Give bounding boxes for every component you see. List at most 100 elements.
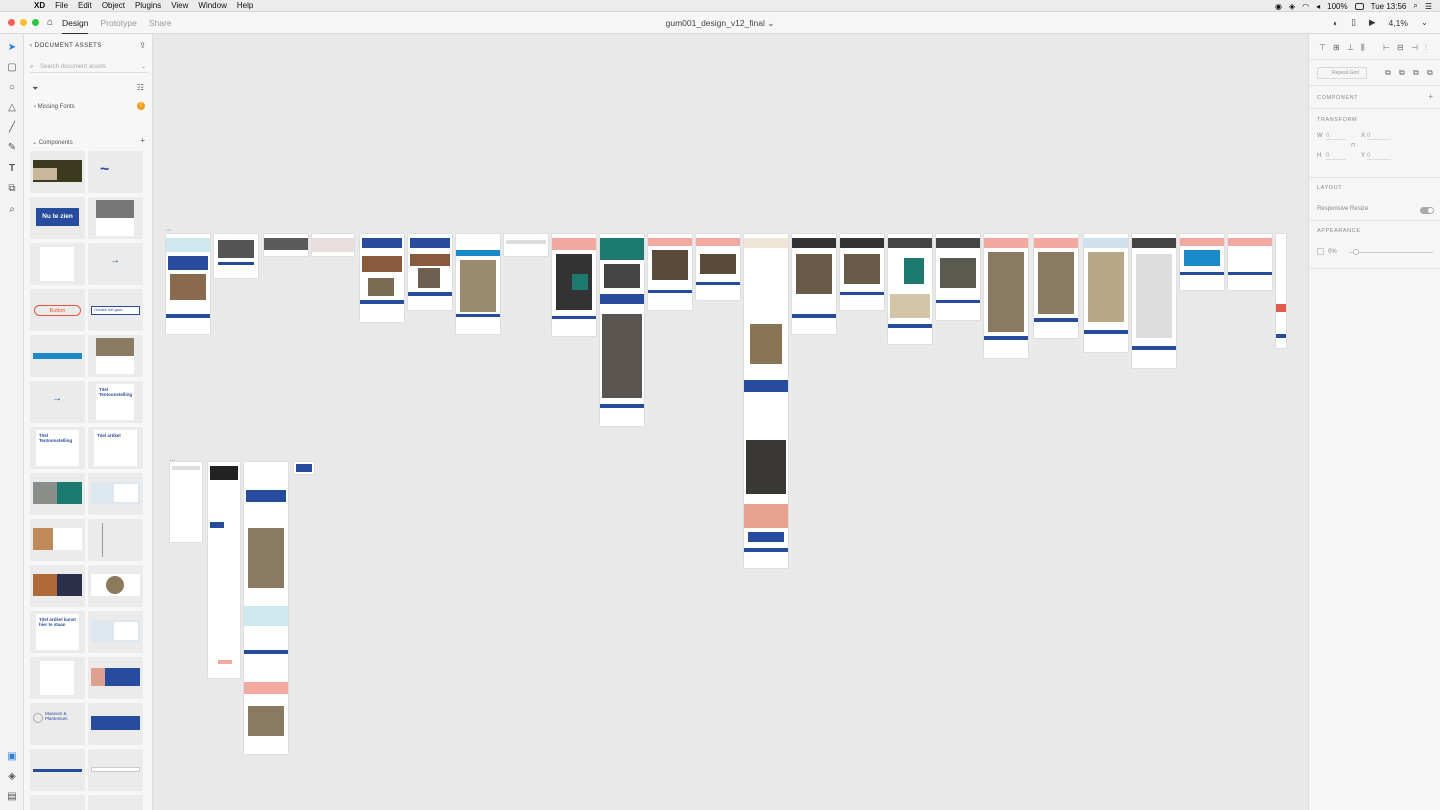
artboard[interactable] bbox=[170, 462, 202, 542]
component-thumb[interactable] bbox=[88, 795, 143, 810]
artboard-label[interactable]: ▪▪▪ bbox=[166, 228, 172, 232]
component-thumb[interactable]: Titel artikel bbox=[88, 427, 143, 469]
boolean-intersect-icon[interactable]: ⧉ bbox=[1413, 68, 1419, 78]
component-thumb[interactable] bbox=[88, 473, 143, 515]
filter-icon[interactable]: ⏷ bbox=[32, 84, 38, 94]
artboard[interactable] bbox=[744, 234, 788, 568]
distribute-horizontal-icon[interactable]: ⫶ bbox=[1425, 43, 1427, 53]
component-thumb[interactable] bbox=[88, 565, 143, 607]
select-tool-icon[interactable]: ➤ bbox=[6, 42, 18, 54]
align-right-icon[interactable]: ⊣ bbox=[1411, 43, 1418, 52]
search-icon[interactable]: ⌕ bbox=[1413, 1, 1417, 11]
artboard[interactable] bbox=[1132, 234, 1176, 368]
artboard[interactable] bbox=[696, 234, 740, 300]
artboard[interactable] bbox=[244, 462, 288, 754]
component-thumb[interactable] bbox=[30, 749, 85, 791]
artboard[interactable] bbox=[214, 234, 258, 278]
opacity-checkbox[interactable] bbox=[1317, 248, 1324, 255]
artboard[interactable] bbox=[208, 462, 240, 678]
component-thumb[interactable] bbox=[88, 657, 143, 699]
component-thumb[interactable]: → bbox=[88, 243, 143, 285]
artboard[interactable] bbox=[792, 234, 836, 334]
boolean-exclude-icon[interactable]: ⧉ bbox=[1427, 68, 1433, 78]
component-thumb[interactable] bbox=[30, 657, 85, 699]
artboard[interactable] bbox=[552, 234, 596, 336]
component-thumb[interactable] bbox=[30, 565, 85, 607]
component-thumb[interactable]: Titel artikel kunst hier te staan bbox=[30, 611, 85, 653]
menu-object[interactable]: Object bbox=[102, 1, 125, 10]
artboard[interactable] bbox=[408, 234, 452, 310]
align-middle-icon[interactable]: ⊞ bbox=[1333, 43, 1340, 52]
plugins-panel-icon[interactable]: ▤ bbox=[6, 791, 18, 803]
component-thumb[interactable] bbox=[88, 703, 143, 745]
component-thumb[interactable] bbox=[88, 197, 143, 239]
add-component-icon[interactable]: + bbox=[140, 136, 145, 145]
artboard[interactable] bbox=[1084, 234, 1128, 352]
width-field[interactable]: 0 bbox=[1326, 133, 1346, 140]
assets-panel-icon[interactable]: ▣ bbox=[6, 751, 18, 763]
layers-panel-icon[interactable]: ◈ bbox=[6, 771, 18, 783]
chevron-down-icon[interactable]: ⌄ bbox=[1421, 17, 1428, 28]
distribute-vertical-icon[interactable]: ⫼ bbox=[1361, 43, 1365, 53]
component-thumb[interactable] bbox=[30, 795, 85, 810]
volume-icon[interactable]: ◂ bbox=[1316, 2, 1320, 11]
component-thumb[interactable]: Titel Tentoonstelling bbox=[88, 381, 143, 423]
rectangle-tool-icon[interactable]: ▢ bbox=[6, 62, 18, 74]
document-title[interactable]: gum001_design_v12_final ⌄ bbox=[0, 18, 1440, 29]
boolean-add-icon[interactable]: ⧉ bbox=[1385, 68, 1391, 78]
component-thumb[interactable]: Nu te zien bbox=[30, 197, 85, 239]
artboard-tool-icon[interactable]: ⧉ bbox=[6, 183, 18, 195]
menu-file[interactable]: File bbox=[55, 1, 68, 10]
notification-center-icon[interactable]: ☰ bbox=[1425, 2, 1432, 11]
play-preview-icon[interactable]: ▶ bbox=[1369, 17, 1376, 28]
list-view-icon[interactable]: ☷ bbox=[137, 83, 144, 92]
dropbox-icon[interactable]: ◈ bbox=[1289, 2, 1295, 11]
artboard[interactable] bbox=[936, 234, 980, 320]
text-tool-icon[interactable]: T bbox=[6, 163, 18, 175]
clock[interactable]: Tue 13:56 bbox=[1371, 2, 1407, 11]
polygon-tool-icon[interactable]: △ bbox=[6, 102, 18, 114]
artboard[interactable] bbox=[264, 234, 308, 256]
component-thumb[interactable]: Museum & Plantentuin bbox=[30, 703, 85, 745]
menu-window[interactable]: Window bbox=[198, 1, 226, 10]
component-thumb[interactable] bbox=[88, 335, 143, 377]
x-field[interactable]: 0 bbox=[1367, 133, 1391, 140]
zoom-tool-icon[interactable]: ⌕ bbox=[6, 204, 18, 216]
opacity-slider-handle[interactable] bbox=[1353, 249, 1359, 255]
opacity-value[interactable]: 0% bbox=[1328, 249, 1337, 255]
menu-plugins[interactable]: Plugins bbox=[135, 1, 161, 10]
menu-help[interactable]: Help bbox=[237, 1, 253, 10]
artboard[interactable] bbox=[888, 234, 932, 344]
responsive-resize-toggle[interactable] bbox=[1420, 207, 1434, 214]
artboard[interactable] bbox=[360, 234, 404, 322]
components-header[interactable]: ⌄ Components bbox=[32, 139, 73, 146]
component-thumb[interactable] bbox=[88, 519, 143, 561]
pen-tool-icon[interactable]: ✎ bbox=[6, 142, 18, 154]
align-center-icon[interactable]: ⊟ bbox=[1397, 43, 1404, 52]
component-thumb[interactable] bbox=[88, 749, 143, 791]
component-thumb[interactable] bbox=[30, 243, 85, 285]
line-tool-icon[interactable]: ╱ bbox=[6, 122, 18, 134]
artboard[interactable] bbox=[1276, 234, 1286, 348]
component-thumb[interactable]: Titel Tentoonstelling bbox=[30, 427, 85, 469]
ellipse-tool-icon[interactable]: ○ bbox=[6, 82, 18, 94]
component-thumb[interactable] bbox=[30, 151, 85, 193]
artboard[interactable] bbox=[1228, 234, 1272, 290]
boolean-subtract-icon[interactable]: ⧉ bbox=[1399, 68, 1405, 78]
component-thumb[interactable] bbox=[30, 335, 85, 377]
menu-view[interactable]: View bbox=[171, 1, 188, 10]
lock-aspect-icon[interactable]: ⊓ bbox=[1351, 142, 1356, 149]
device-preview-icon[interactable]: ▯ bbox=[1351, 17, 1356, 28]
artboard[interactable] bbox=[984, 234, 1028, 358]
component-thumb[interactable] bbox=[30, 473, 85, 515]
artboard[interactable] bbox=[456, 234, 500, 334]
search-input[interactable]: Search document assets ⌕ ⌄ bbox=[30, 61, 148, 73]
align-left-icon[interactable]: ⊢ bbox=[1383, 43, 1390, 52]
height-field[interactable]: 0 bbox=[1326, 153, 1346, 160]
artboard[interactable] bbox=[294, 462, 314, 474]
component-thumb[interactable]: Button bbox=[30, 289, 85, 331]
missing-fonts-row[interactable]: › Missing Fonts bbox=[34, 104, 75, 110]
align-top-icon[interactable]: ⊤ bbox=[1319, 43, 1326, 52]
menu-edit[interactable]: Edit bbox=[78, 1, 92, 10]
menu-app[interactable]: XD bbox=[34, 1, 45, 10]
